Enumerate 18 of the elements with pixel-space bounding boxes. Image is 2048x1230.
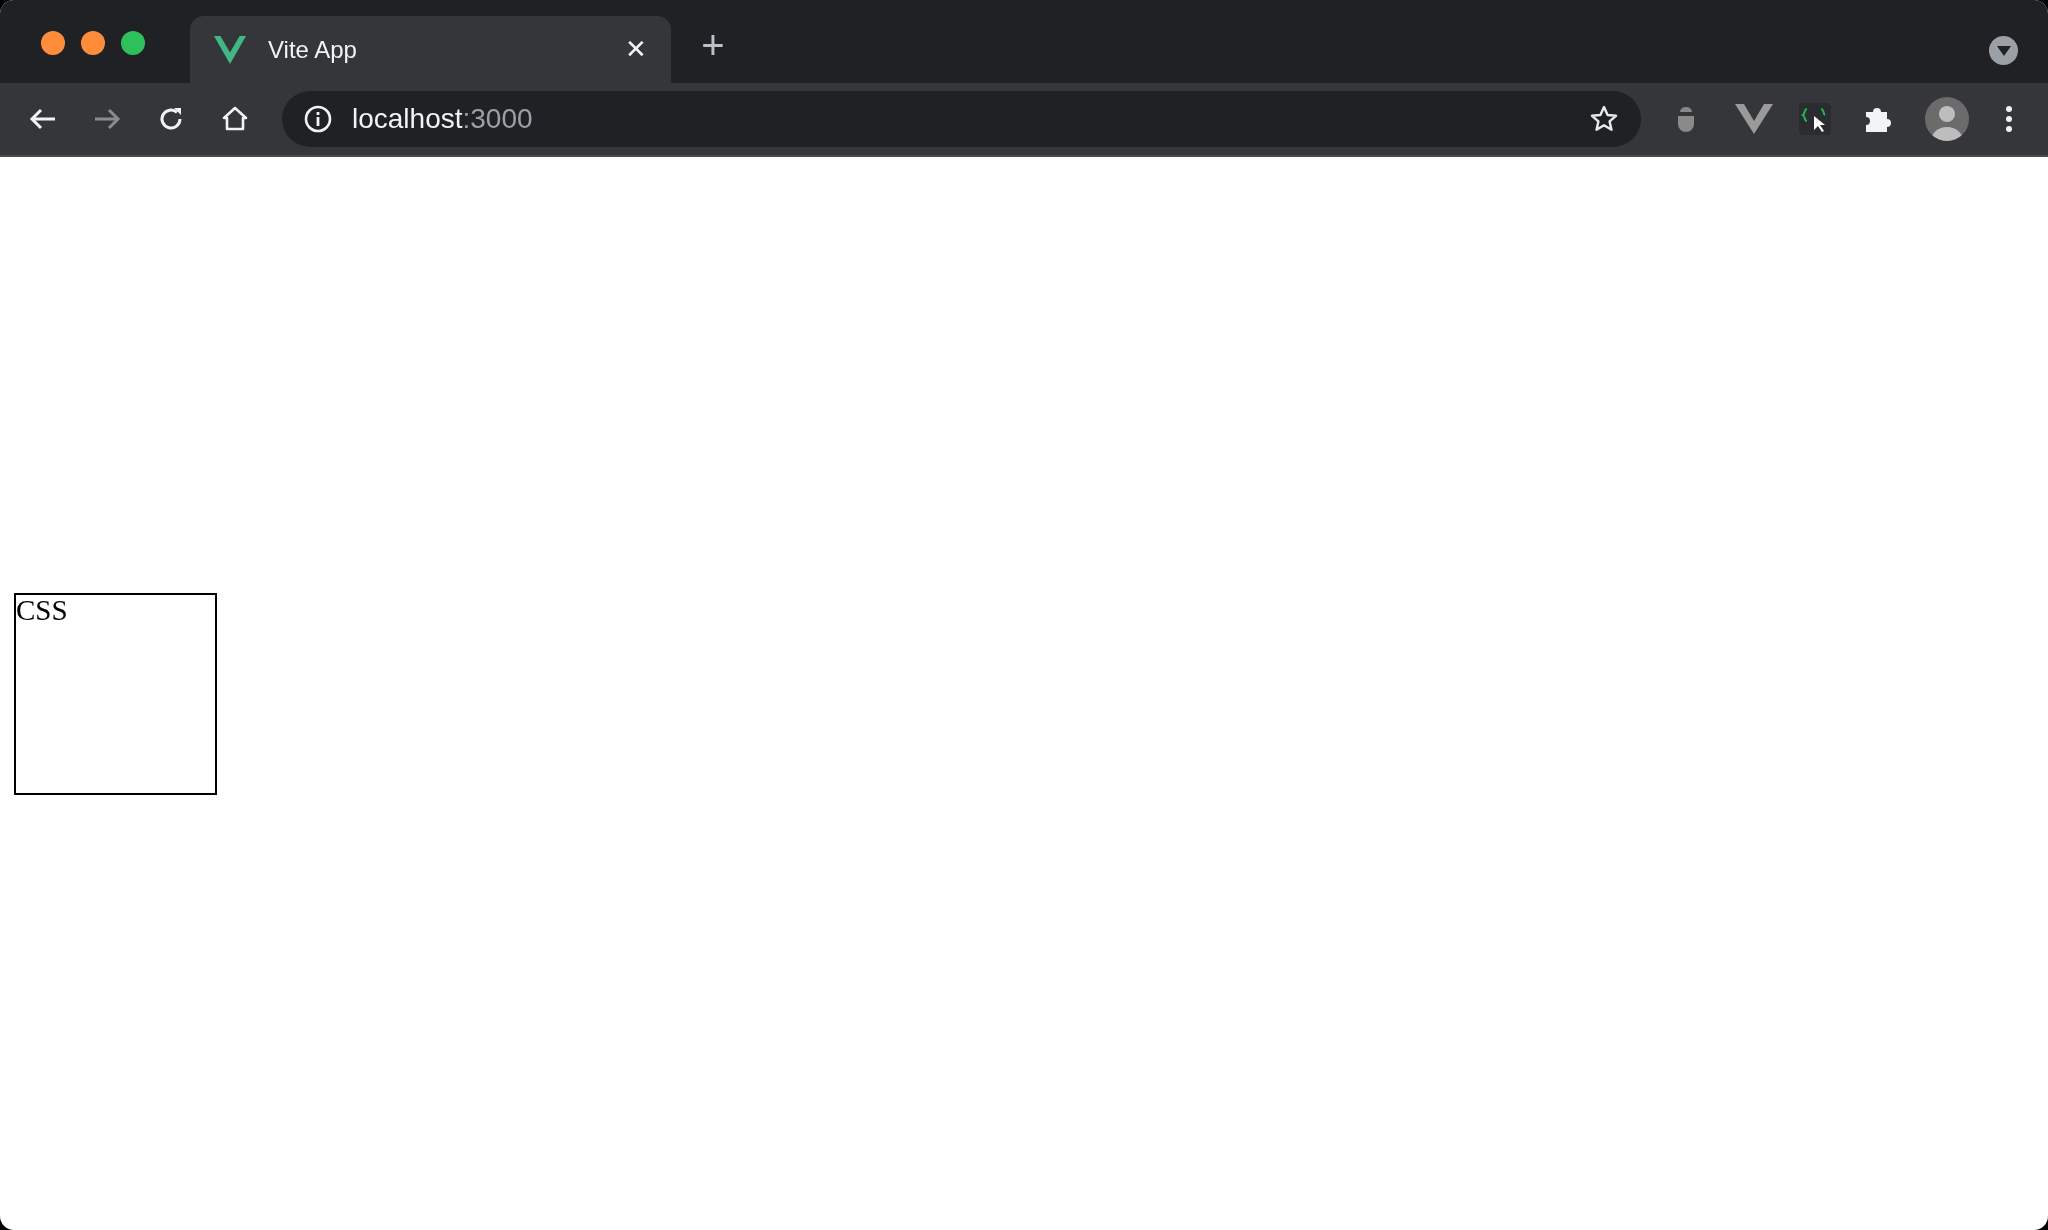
url-text: localhost:3000 xyxy=(352,105,533,133)
v-logo-icon xyxy=(214,35,246,64)
avatar-icon[interactable] xyxy=(1925,97,1969,141)
browser-tab[interactable]: Vite App ✕ xyxy=(190,16,671,83)
address-bar[interactable]: localhost:3000 xyxy=(282,91,1641,147)
maximize-window-button[interactable] xyxy=(121,31,145,55)
v-logo-icon[interactable] xyxy=(1735,104,1773,134)
close-window-button[interactable] xyxy=(41,31,65,55)
info-icon[interactable] xyxy=(304,105,332,133)
tab-search-icon[interactable] xyxy=(1989,36,2018,65)
new-tab-button[interactable]: + xyxy=(693,25,733,65)
close-tab-button[interactable]: ✕ xyxy=(621,34,651,65)
minimize-window-button[interactable] xyxy=(81,31,105,55)
bookmark-star-icon[interactable] xyxy=(1589,104,1619,134)
css-box: CSS xyxy=(14,593,217,795)
tab-title: Vite App xyxy=(268,34,357,65)
menu-icon[interactable] xyxy=(2005,105,2013,133)
code-cursor-icon[interactable] xyxy=(1799,103,1831,135)
